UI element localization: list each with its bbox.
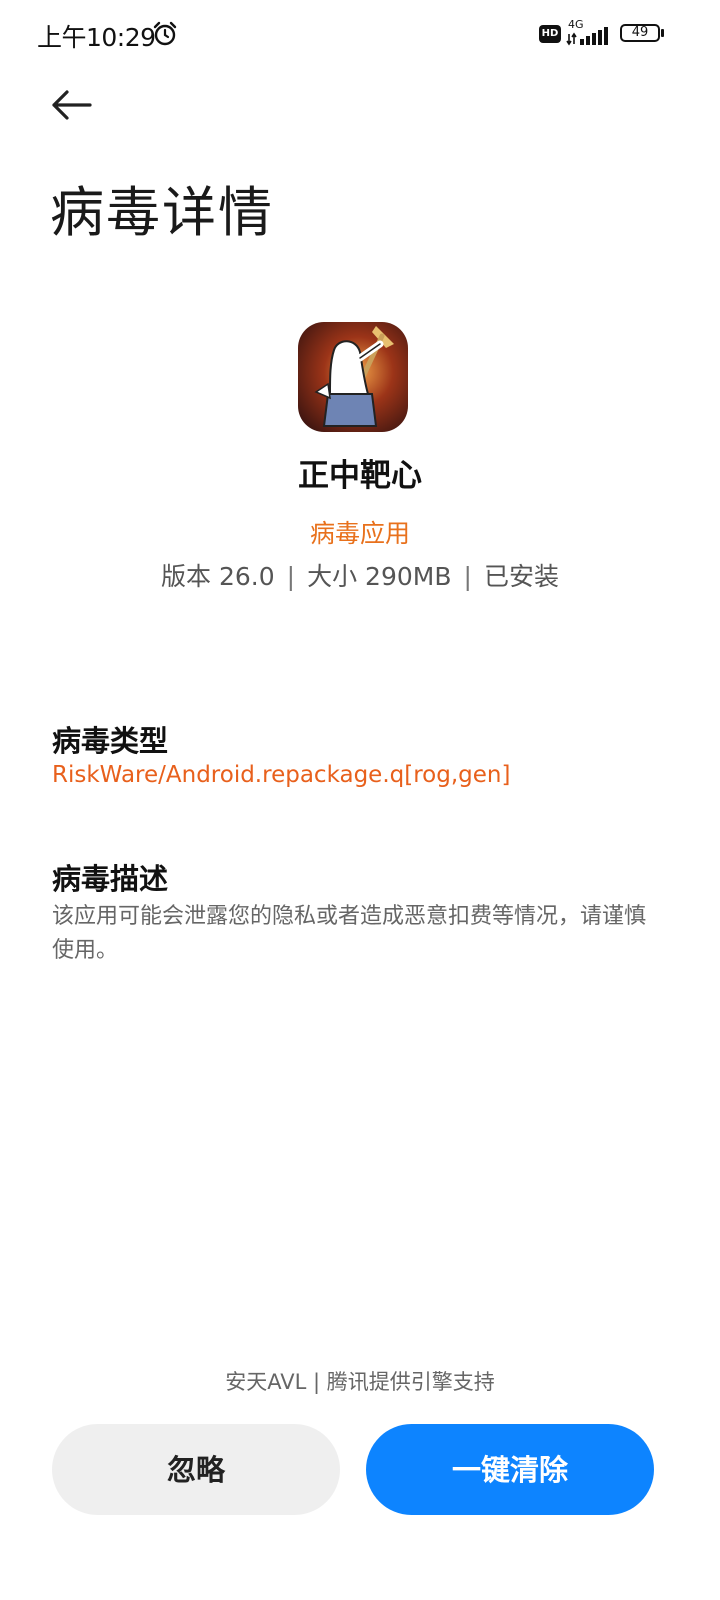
virus-description-heading: 病毒描述	[52, 862, 169, 896]
engine-credit: 安天AVL | 腾讯提供引擎支持	[225, 1370, 495, 1394]
app-icon	[298, 322, 408, 432]
alarm-clock-icon	[153, 21, 177, 46]
virus-type-value: RiskWare/Android.repackage.q[rog,gen]	[52, 762, 511, 788]
app-version: 版本 26.0	[161, 562, 275, 591]
ignore-button[interactable]: 忽略	[52, 1424, 340, 1515]
battery-tip	[661, 29, 664, 37]
battery-icon: 49	[620, 24, 666, 44]
meta-separator: |	[286, 562, 296, 591]
app-size: 大小 290MB	[307, 562, 452, 591]
one-click-clean-button[interactable]: 一键清除	[366, 1424, 654, 1515]
hd-voice-icon: HD	[539, 25, 561, 43]
signal-strength-icon	[566, 27, 608, 46]
virus-type-heading: 病毒类型	[52, 724, 169, 758]
back-arrow-icon[interactable]	[46, 82, 96, 128]
status-time: 上午10:29	[37, 23, 156, 52]
virus-status-tag: 病毒应用	[309, 519, 410, 548]
meta-separator: |	[463, 562, 472, 591]
page-title: 病毒详情	[50, 181, 274, 244]
install-state: 已安装	[483, 562, 559, 591]
virus-description-value: 该应用可能会泄露您的隐私或者造成恶意扣费等情况，请谨慎使用。	[52, 904, 647, 963]
app-meta-row: 版本 26.0 | 大小 290MB | 已安装	[0, 557, 720, 593]
battery-level: 49	[631, 25, 649, 40]
status-bar: 上午10:29 HD 4G 49	[0, 0, 720, 70]
app-name: 正中靶心	[298, 458, 422, 494]
